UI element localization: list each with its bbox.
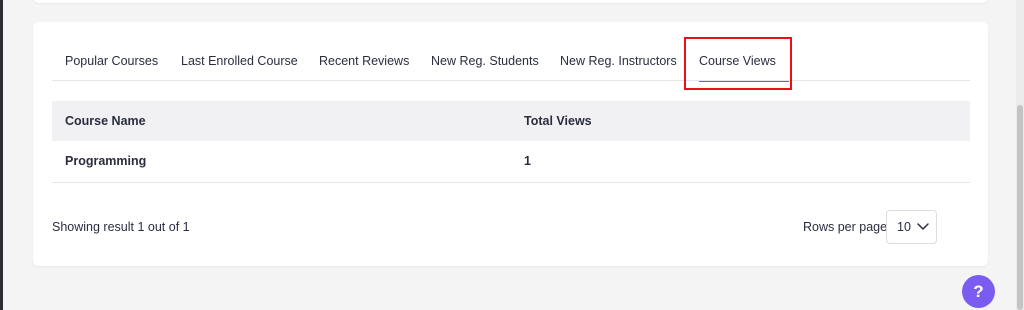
table-header: Course Name Total Views — [52, 101, 970, 141]
cell-course-name: Programming — [65, 154, 147, 168]
rows-per-page-label: Rows per page — [803, 220, 888, 234]
cell-total-views: 1 — [524, 154, 531, 168]
tab-popular-courses[interactable]: Popular Courses — [65, 22, 158, 81]
page-scrollbar[interactable] — [1016, 0, 1024, 310]
tab-new-reg-instructors[interactable]: New Reg. Instructors — [560, 22, 677, 81]
previous-card — [33, 0, 988, 3]
column-header-total-views: Total Views — [524, 114, 592, 128]
pagination-summary: Showing result 1 out of 1 — [52, 220, 190, 234]
chevron-down-icon — [917, 223, 929, 230]
scrollbar-thumb[interactable] — [1017, 105, 1023, 310]
rows-per-page-select[interactable]: 10 — [886, 210, 937, 244]
dashboard-tabs-card: Popular Courses Last Enrolled Course Rec… — [33, 22, 988, 266]
window-edge — [0, 0, 3, 310]
active-tab-highlight — [684, 37, 792, 90]
tab-last-enrolled-course[interactable]: Last Enrolled Course — [181, 22, 298, 81]
tab-recent-reviews[interactable]: Recent Reviews — [319, 22, 409, 81]
help-button[interactable]: ? — [962, 275, 995, 308]
rows-per-page-value: 10 — [897, 220, 911, 234]
tab-new-reg-students[interactable]: New Reg. Students — [431, 22, 539, 81]
column-header-course-name: Course Name — [65, 114, 146, 128]
table-row: Programming 1 — [52, 141, 970, 183]
tab-bar: Popular Courses Last Enrolled Course Rec… — [52, 22, 970, 82]
